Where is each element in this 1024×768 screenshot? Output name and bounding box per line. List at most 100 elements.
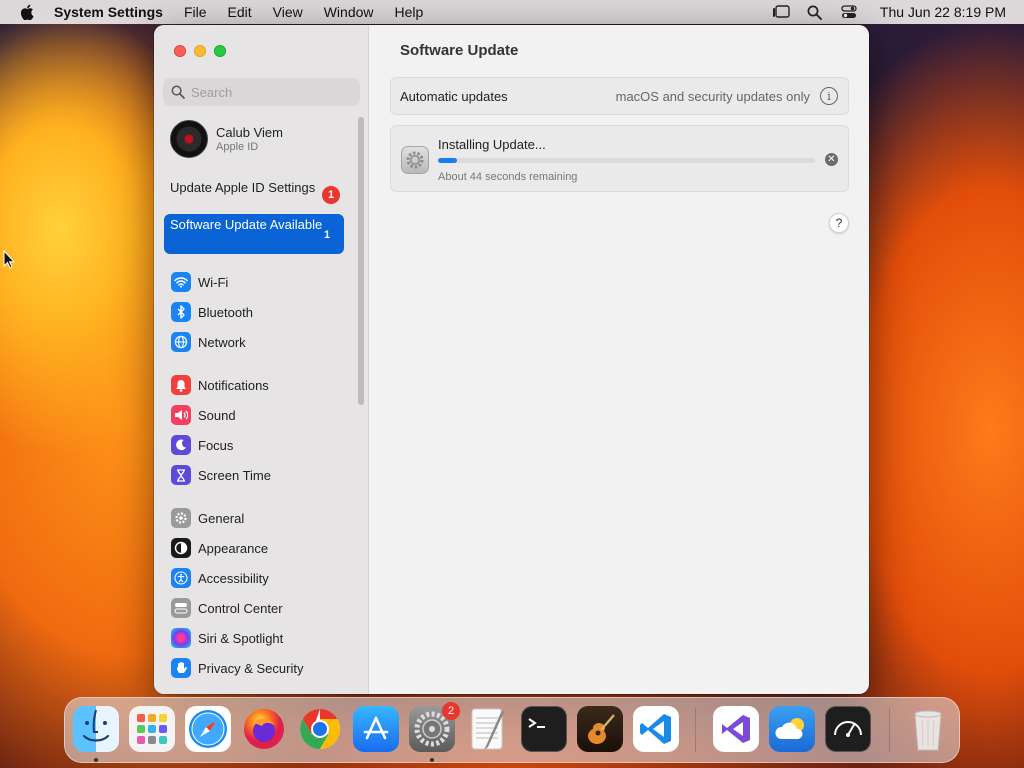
mouse-cursor-icon — [3, 250, 15, 269]
sidebar-item-sound[interactable]: Sound — [164, 400, 359, 430]
dock-terminal-icon[interactable] — [521, 706, 567, 752]
dock-visual-studio-icon[interactable] — [713, 706, 759, 752]
dock-trash-icon[interactable] — [905, 706, 951, 752]
dock: 2 — [64, 697, 960, 763]
sidebar-item-wifi[interactable]: Wi-Fi — [164, 267, 359, 297]
profile-subtitle: Apple ID — [216, 141, 259, 153]
dock-vscode-icon[interactable] — [633, 706, 679, 752]
install-progress-bar — [438, 158, 815, 163]
control-center-icon[interactable] — [840, 3, 858, 21]
main-content: Software Update Automatic updates macOS … — [370, 25, 869, 694]
zoom-window-button[interactable] — [214, 45, 226, 57]
page-title: Software Update — [400, 42, 519, 59]
dock-separator — [889, 708, 890, 752]
sidebar-item-bluetooth[interactable]: Bluetooth — [164, 297, 359, 327]
apple-logo-icon[interactable] — [20, 4, 34, 20]
sidebar-item-siri-spotlight[interactable]: Siri & Spotlight — [164, 623, 359, 653]
install-remaining-text: About 44 seconds remaining — [438, 171, 578, 183]
sidebar-group-network: Wi-Fi Bluetooth Network — [164, 267, 359, 357]
accessibility-icon — [171, 568, 191, 588]
info-icon[interactable]: i — [820, 87, 838, 105]
help-button[interactable]: ? — [829, 213, 849, 233]
sidebar-item-label: Wi-Fi — [198, 274, 229, 290]
notice-badge: 1 — [322, 186, 340, 204]
cancel-install-button[interactable]: ✕ — [825, 153, 838, 166]
sidebar-item-accessibility[interactable]: Accessibility — [164, 563, 359, 593]
gear-icon — [171, 508, 191, 528]
sidebar-item-update-apple-id[interactable]: Update Apple ID Settings 1 — [164, 177, 344, 204]
menu-help[interactable]: Help — [395, 4, 424, 20]
sidebar-item-label: Bluetooth — [198, 304, 253, 320]
install-progress-fill — [438, 158, 457, 163]
sidebar-item-notifications[interactable]: Notifications — [164, 370, 359, 400]
sidebar-item-label: Siri & Spotlight — [198, 630, 284, 646]
bluetooth-icon — [171, 302, 191, 322]
sidebar-item-label: Accessibility — [198, 570, 269, 586]
dock-settings-badge: 2 — [442, 702, 460, 720]
sidebar-item-label: Control Center — [198, 600, 283, 616]
automatic-updates-value: macOS and security updates only — [615, 88, 810, 104]
dock-garageband-icon[interactable] — [577, 706, 623, 752]
appearance-icon — [171, 538, 191, 558]
sidebar-item-label: Notifications — [198, 377, 269, 393]
sidebar-item-label: Screen Time — [198, 467, 271, 483]
moon-icon — [171, 435, 191, 455]
dock-safari-icon[interactable] — [185, 706, 231, 752]
sidebar: Calub Viem Apple ID Update Apple ID Sett… — [154, 25, 369, 694]
menu-view[interactable]: View — [273, 4, 303, 20]
automatic-updates-row: Automatic updates macOS and security upd… — [390, 77, 849, 115]
apple-id-profile[interactable]: Calub Viem Apple ID — [170, 120, 283, 158]
sidebar-item-label: Appearance — [198, 540, 269, 556]
dock-firefox-icon[interactable] — [241, 706, 287, 752]
spotlight-search-icon[interactable] — [806, 3, 824, 21]
menu-window[interactable]: Window — [324, 4, 374, 20]
sidebar-item-label: Focus — [198, 437, 234, 453]
dock-textedit-icon[interactable] — [465, 706, 511, 752]
sidebar-item-label: Privacy & Security — [198, 660, 304, 676]
sidebar-item-software-update[interactable]: Software Update Available 1 — [164, 214, 344, 254]
sidebar-item-screen-time[interactable]: Screen Time — [164, 460, 359, 490]
sidebar-item-control-center[interactable]: Control Center — [164, 593, 359, 623]
sidebar-search[interactable] — [163, 78, 360, 106]
dock-finder-icon[interactable] — [73, 706, 119, 752]
dock-weather-icon[interactable] — [769, 706, 815, 752]
profile-name: Calub Viem — [216, 125, 283, 140]
dock-app-store-icon[interactable] — [353, 706, 399, 752]
sidebar-item-label: Network — [198, 334, 246, 350]
sidebar-item-label: Sound — [198, 407, 236, 423]
search-input[interactable] — [191, 84, 341, 100]
menu-clock[interactable]: Thu Jun 22 8:19 PM — [880, 4, 1006, 20]
stage-manager-icon[interactable] — [772, 3, 790, 21]
sidebar-item-network[interactable]: Network — [164, 327, 359, 357]
hand-icon — [171, 658, 191, 678]
hourglass-icon — [171, 465, 191, 485]
dock-activity-monitor-icon[interactable] — [825, 706, 871, 752]
avatar — [170, 120, 208, 158]
menu-edit[interactable]: Edit — [228, 4, 252, 20]
siri-icon — [171, 628, 191, 648]
sidebar-item-focus[interactable]: Focus — [164, 430, 359, 460]
sidebar-group-general: General Appearance Accessibility Control… — [164, 503, 359, 683]
sidebar-item-appearance[interactable]: Appearance — [164, 533, 359, 563]
menu-file[interactable]: File — [184, 4, 207, 20]
menu-bar: System Settings File Edit View Window He… — [0, 0, 1024, 24]
sidebar-item-privacy-security[interactable]: Privacy & Security — [164, 653, 359, 683]
sidebar-item-label: General — [198, 510, 245, 526]
dock-chrome-icon[interactable] — [297, 706, 343, 752]
toggles-icon — [171, 598, 191, 618]
bell-icon — [171, 375, 191, 395]
search-icon — [171, 85, 185, 99]
window-controls — [174, 45, 226, 57]
sidebar-item-general[interactable]: General — [164, 503, 359, 533]
installing-update-card: Installing Update... About 44 seconds re… — [390, 125, 849, 192]
sidebar-scrollbar[interactable] — [358, 117, 364, 405]
minimize-window-button[interactable] — [194, 45, 206, 57]
dock-launchpad-icon[interactable] — [129, 706, 175, 752]
notice-label: Update Apple ID Settings — [170, 180, 316, 195]
dock-separator — [695, 708, 696, 752]
install-title: Installing Update... — [438, 137, 546, 152]
dock-running-indicator — [430, 758, 434, 762]
menu-app-name[interactable]: System Settings — [54, 4, 163, 20]
close-window-button[interactable] — [174, 45, 186, 57]
automatic-updates-label: Automatic updates — [400, 88, 508, 104]
